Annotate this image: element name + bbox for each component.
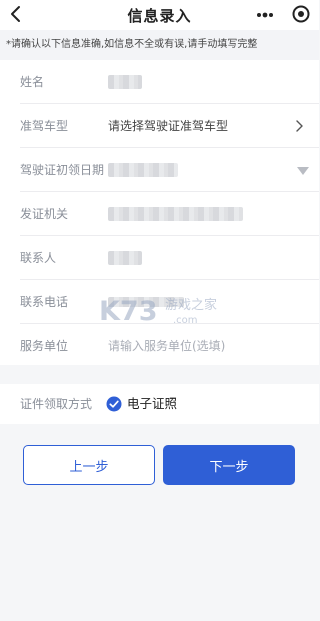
field-label: 准驾车型 [20,119,69,133]
k73-watermark-logo: K73 游戏之家 .com [99,296,217,327]
name-field[interactable]: 姓名 [0,60,319,104]
redacted-contact [108,251,142,265]
nav-bar: 信息录入 [0,0,319,30]
pickup-label: 证件领取方式 [20,397,93,411]
page-title: 信息录入 [127,6,192,25]
service-unit-field[interactable]: 服务单位 请输入服务单位(选填) [0,324,319,368]
notice-text: *请确认以下信息准确,如信息不全或有误,请手动填写完整 [0,30,319,60]
field-label: 姓名 [20,75,45,89]
license-class-select[interactable]: 请选择驾驶证准驾车型 [108,104,228,148]
e-license-option[interactable]: 电子证照 [127,384,177,424]
chevron-right-icon [296,120,303,132]
issuing-authority-field[interactable]: 发证机关 [0,192,319,236]
watermark-text: 游戏之家 [165,297,217,313]
license-class-field[interactable]: 准驾车型 请选择驾驶证准驾车型 [0,104,319,148]
redacted-authority [108,207,243,221]
dropdown-triangle-icon [297,167,309,175]
previous-step-button[interactable]: 上一步 [23,445,155,485]
more-options-icon[interactable] [255,6,275,24]
pickup-method-section: 证件领取方式 电子证照 [0,384,319,424]
watermark-logo-text: K73 [99,296,158,327]
redacted-date [108,163,178,177]
checked-radio-icon[interactable] [106,396,122,412]
back-arrow-icon[interactable] [6,4,26,24]
service-unit-input[interactable]: 请输入服务单位(选填) [108,324,225,368]
redacted-name [108,75,142,89]
field-label: 服务单位 [20,339,69,353]
next-step-button[interactable]: 下一步 [163,445,295,485]
field-label: 发证机关 [20,207,69,221]
field-label: 联系电话 [20,295,69,309]
field-label: 驾驶证初领日期 [20,163,105,177]
watermark-url: .com [173,315,198,326]
contact-person-field[interactable]: 联系人 [0,236,319,280]
close-miniprogram-icon[interactable] [291,4,311,24]
field-label: 联系人 [20,251,57,265]
first-issue-date-field[interactable]: 驾驶证初领日期 [0,148,319,192]
